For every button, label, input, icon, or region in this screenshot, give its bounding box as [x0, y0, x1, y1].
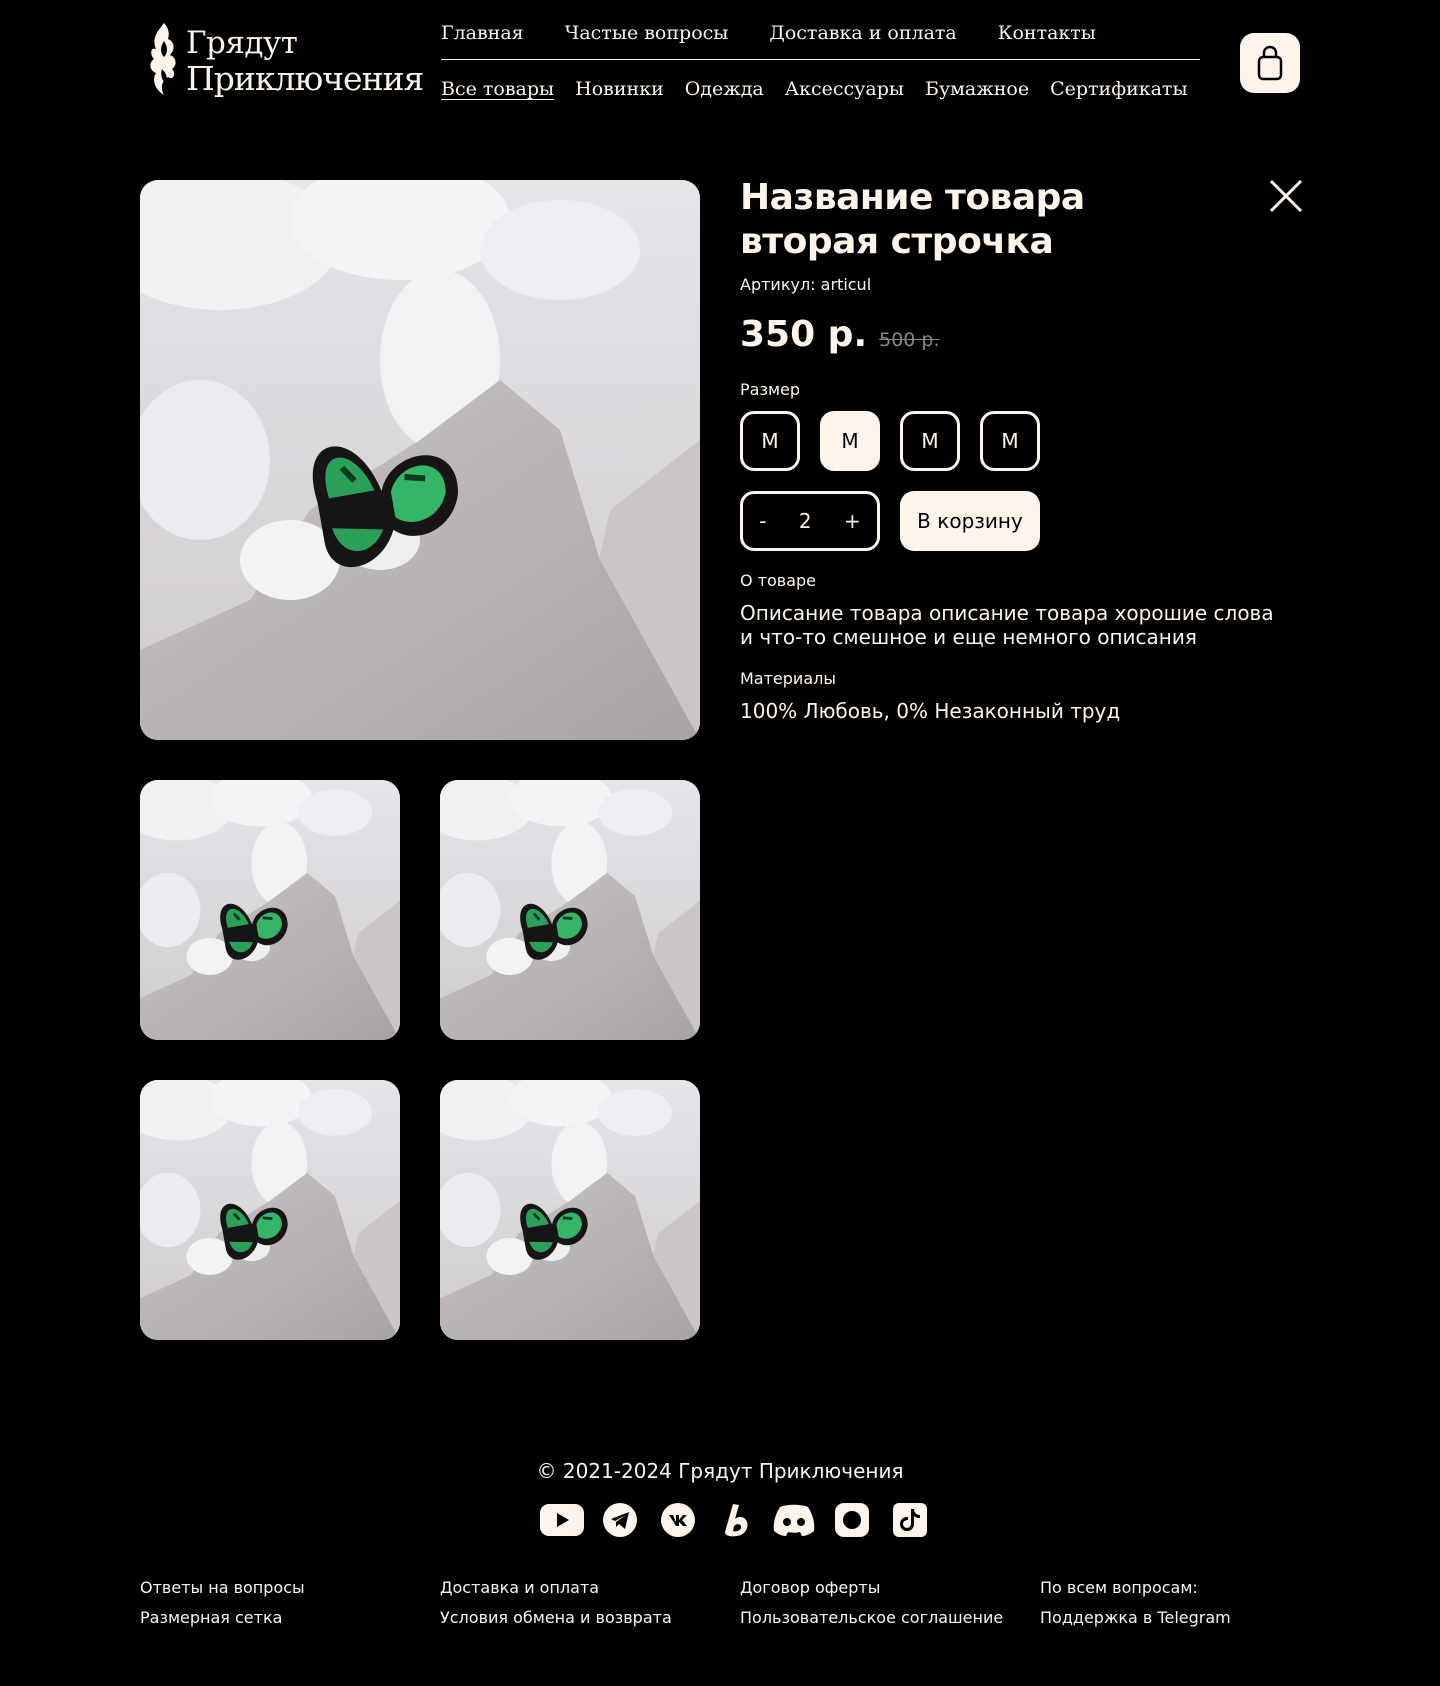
close-button[interactable]	[1268, 178, 1304, 214]
footer-link-offer[interactable]: Договор оферты	[740, 1573, 1003, 1603]
brand-line-1: Грядут	[186, 25, 298, 61]
current-price: 350 р.	[740, 314, 868, 355]
footer-link-faq[interactable]: Ответы на вопросы	[140, 1573, 305, 1603]
copyright: © 2021-2024 Грядут Приключения	[536, 1459, 904, 1483]
nav-delivery[interactable]: Доставка и оплата	[769, 22, 956, 44]
butterfly-pin-image	[440, 780, 700, 1040]
nav-home[interactable]: Главная	[441, 22, 524, 44]
add-to-cart-button[interactable]: В корзину	[900, 491, 1040, 551]
size-label: Размер	[740, 380, 801, 399]
about-label: О товаре	[740, 571, 817, 590]
instagram-icon[interactable]	[830, 1502, 874, 1538]
butterfly-pin-image	[140, 780, 400, 1040]
footer-column-1: Ответы на вопросы Размерная сетка	[140, 1573, 305, 1633]
footer-column-4: По всем вопросам: Поддержка в Telegram	[1040, 1573, 1231, 1633]
youtube-icon[interactable]	[540, 1502, 584, 1538]
materials-text: 100% Любовь, 0% Незаконный труд	[740, 699, 1121, 723]
category-new[interactable]: Новинки	[575, 78, 664, 100]
size-selector: M M M M	[740, 411, 1040, 471]
butterfly-pin-image	[140, 180, 700, 740]
nav-faq[interactable]: Частые вопросы	[565, 22, 729, 44]
cart-button[interactable]	[1240, 33, 1300, 93]
footer-link-user-agreement[interactable]: Пользовательское соглашение	[740, 1603, 1003, 1633]
product-thumbnail-1[interactable]	[140, 780, 400, 1040]
quantity-value[interactable]: 2	[799, 509, 812, 533]
brand-line-2: Приключения	[186, 59, 424, 98]
telegram-icon[interactable]	[598, 1502, 642, 1538]
category-all[interactable]: Все товары	[441, 78, 554, 100]
boosty-icon[interactable]	[714, 1502, 758, 1538]
size-option-4[interactable]: M	[980, 411, 1040, 471]
tiktok-icon[interactable]	[888, 1502, 932, 1538]
main-nav: Главная Частые вопросы Доставка и оплата…	[441, 22, 1096, 44]
old-price: 500 р.	[879, 329, 940, 351]
footer-column-3: Договор оферты Пользовательское соглашен…	[740, 1573, 1003, 1633]
product-title: Название товара вторая строчка	[740, 176, 1180, 264]
vk-icon[interactable]	[656, 1502, 700, 1538]
brand-logo[interactable]: Грядут Приключения	[146, 19, 424, 101]
butterfly-pin-image	[140, 1080, 400, 1340]
category-clothes[interactable]: Одежда	[685, 78, 764, 100]
price-block: 350 р. 500 р.	[740, 314, 940, 355]
size-option-2[interactable]: M	[820, 411, 880, 471]
shopping-bag-icon	[1257, 45, 1283, 81]
about-text: Описание товара описание товара хорошие …	[740, 601, 1274, 649]
footer-column-2: Доставка и оплата Условия обмена и возвр…	[440, 1573, 672, 1633]
category-nav: Все товары Новинки Одежда Аксессуары Бум…	[441, 78, 1188, 100]
footer-link-delivery[interactable]: Доставка и оплата	[440, 1573, 672, 1603]
main-product-photo[interactable]	[140, 180, 700, 740]
footer-link-telegram-support[interactable]: Поддержка в Telegram	[1040, 1603, 1231, 1633]
product-title-line-1: Название товара	[740, 177, 1085, 218]
quantity-increase-button[interactable]: +	[844, 509, 861, 533]
quantity-stepper: - 2 +	[740, 491, 880, 551]
size-option-1[interactable]: M	[740, 411, 800, 471]
close-icon	[1269, 179, 1303, 213]
category-paper[interactable]: Бумажное	[925, 78, 1029, 100]
footer-link-size-chart[interactable]: Размерная сетка	[140, 1603, 305, 1633]
product-title-line-2: вторая строчка	[740, 221, 1054, 262]
materials-label: Материалы	[740, 669, 836, 688]
product-sku: Артикул: articul	[740, 275, 872, 294]
flame-logo-icon	[150, 23, 176, 95]
product-thumbnail-2[interactable]	[440, 780, 700, 1040]
social-links	[540, 1502, 932, 1538]
size-option-3[interactable]: M	[900, 411, 960, 471]
category-accessories[interactable]: Аксессуары	[785, 78, 904, 100]
nav-contacts[interactable]: Контакты	[998, 22, 1096, 44]
footer-link-returns[interactable]: Условия обмена и возврата	[440, 1603, 672, 1633]
product-thumbnail-3[interactable]	[140, 1080, 400, 1340]
category-certificates[interactable]: Сертификаты	[1050, 78, 1188, 100]
nav-divider	[441, 59, 1200, 60]
product-thumbnail-4[interactable]	[440, 1080, 700, 1340]
quantity-decrease-button[interactable]: -	[759, 509, 766, 533]
discord-icon[interactable]	[772, 1502, 816, 1538]
butterfly-pin-image	[440, 1080, 700, 1340]
footer-contact-label: По всем вопросам:	[1040, 1578, 1198, 1597]
